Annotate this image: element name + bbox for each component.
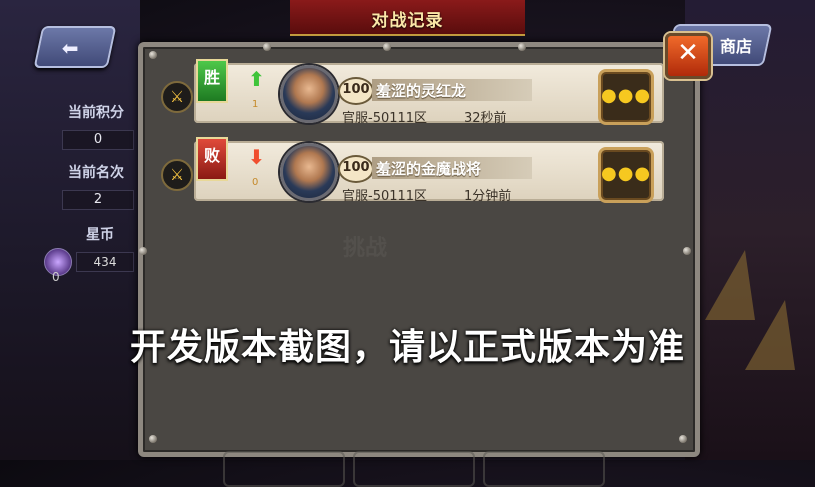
more-button[interactable]: ●●● bbox=[598, 69, 654, 125]
arrow-down-icon: ⬇ bbox=[248, 145, 265, 169]
close-icon: ✕ bbox=[677, 38, 699, 68]
score-value: 0 bbox=[62, 130, 134, 150]
back-button[interactable]: ⬅ bbox=[33, 26, 117, 68]
close-button[interactable]: ✕ bbox=[665, 33, 711, 79]
avatar[interactable] bbox=[280, 65, 338, 123]
rank-change: 1 bbox=[252, 99, 259, 110]
dev-version-watermark: 开发版本截图，请以正式版本为准 bbox=[129, 327, 685, 368]
win-tag: 胜 bbox=[196, 59, 228, 103]
rank-label: 当前名次 bbox=[68, 165, 124, 181]
time-text: 32秒前 bbox=[464, 111, 507, 126]
background-left bbox=[0, 0, 140, 460]
faded-button-1 bbox=[223, 451, 345, 487]
sword-icon: ⚔ bbox=[161, 81, 193, 113]
faded-button-3 bbox=[483, 451, 605, 487]
rank-value: 2 bbox=[62, 190, 134, 210]
shop-label: 商店 bbox=[719, 37, 752, 56]
more-button[interactable]: ●●● bbox=[598, 147, 654, 203]
avatar[interactable] bbox=[280, 143, 338, 201]
time-text: 1分钟前 bbox=[464, 189, 512, 204]
arrow-up-icon: ⬆ bbox=[248, 67, 265, 91]
coin-value: 434 bbox=[76, 252, 134, 272]
record-item[interactable]: ⚔ 败 ⬇ 0 100 羞涩的金魔战将 官服-50111区 1分钟前 ●●● bbox=[161, 137, 664, 204]
opponent-name: 羞涩的金魔战将 bbox=[376, 160, 482, 178]
more-icon: ●●● bbox=[601, 85, 652, 106]
sword-icon: ⚔ bbox=[161, 159, 193, 191]
server-text: 官服-50111区 bbox=[342, 111, 428, 126]
level-badge: 100 bbox=[338, 155, 374, 183]
coin-extra: 0 bbox=[52, 270, 60, 284]
score-label: 当前积分 bbox=[68, 105, 124, 121]
battle-record-panel: 挑战 ⚔ 胜 ⬆ 1 100 羞涩的灵红龙 官服-50111区 32秒前 ●●●… bbox=[138, 42, 700, 487]
coin-label: 星币 bbox=[86, 227, 114, 243]
rank-change: 0 bbox=[252, 177, 259, 188]
opponent-name: 羞涩的灵红龙 bbox=[376, 82, 467, 100]
arrow-left-icon: ⬅ bbox=[61, 36, 79, 60]
record-item[interactable]: ⚔ 胜 ⬆ 1 100 羞涩的灵红龙 官服-50111区 32秒前 ●●● bbox=[161, 59, 664, 126]
page-title: 对战记录 bbox=[371, 11, 444, 31]
faded-button-2 bbox=[353, 451, 475, 487]
server-text: 官服-50111区 bbox=[342, 189, 428, 204]
lose-tag: 败 bbox=[196, 137, 228, 181]
level-badge: 100 bbox=[338, 77, 374, 105]
more-icon: ●●● bbox=[601, 163, 652, 184]
challenge-text: 挑战 bbox=[343, 236, 388, 261]
title-banner: 对战记录 bbox=[290, 0, 525, 36]
